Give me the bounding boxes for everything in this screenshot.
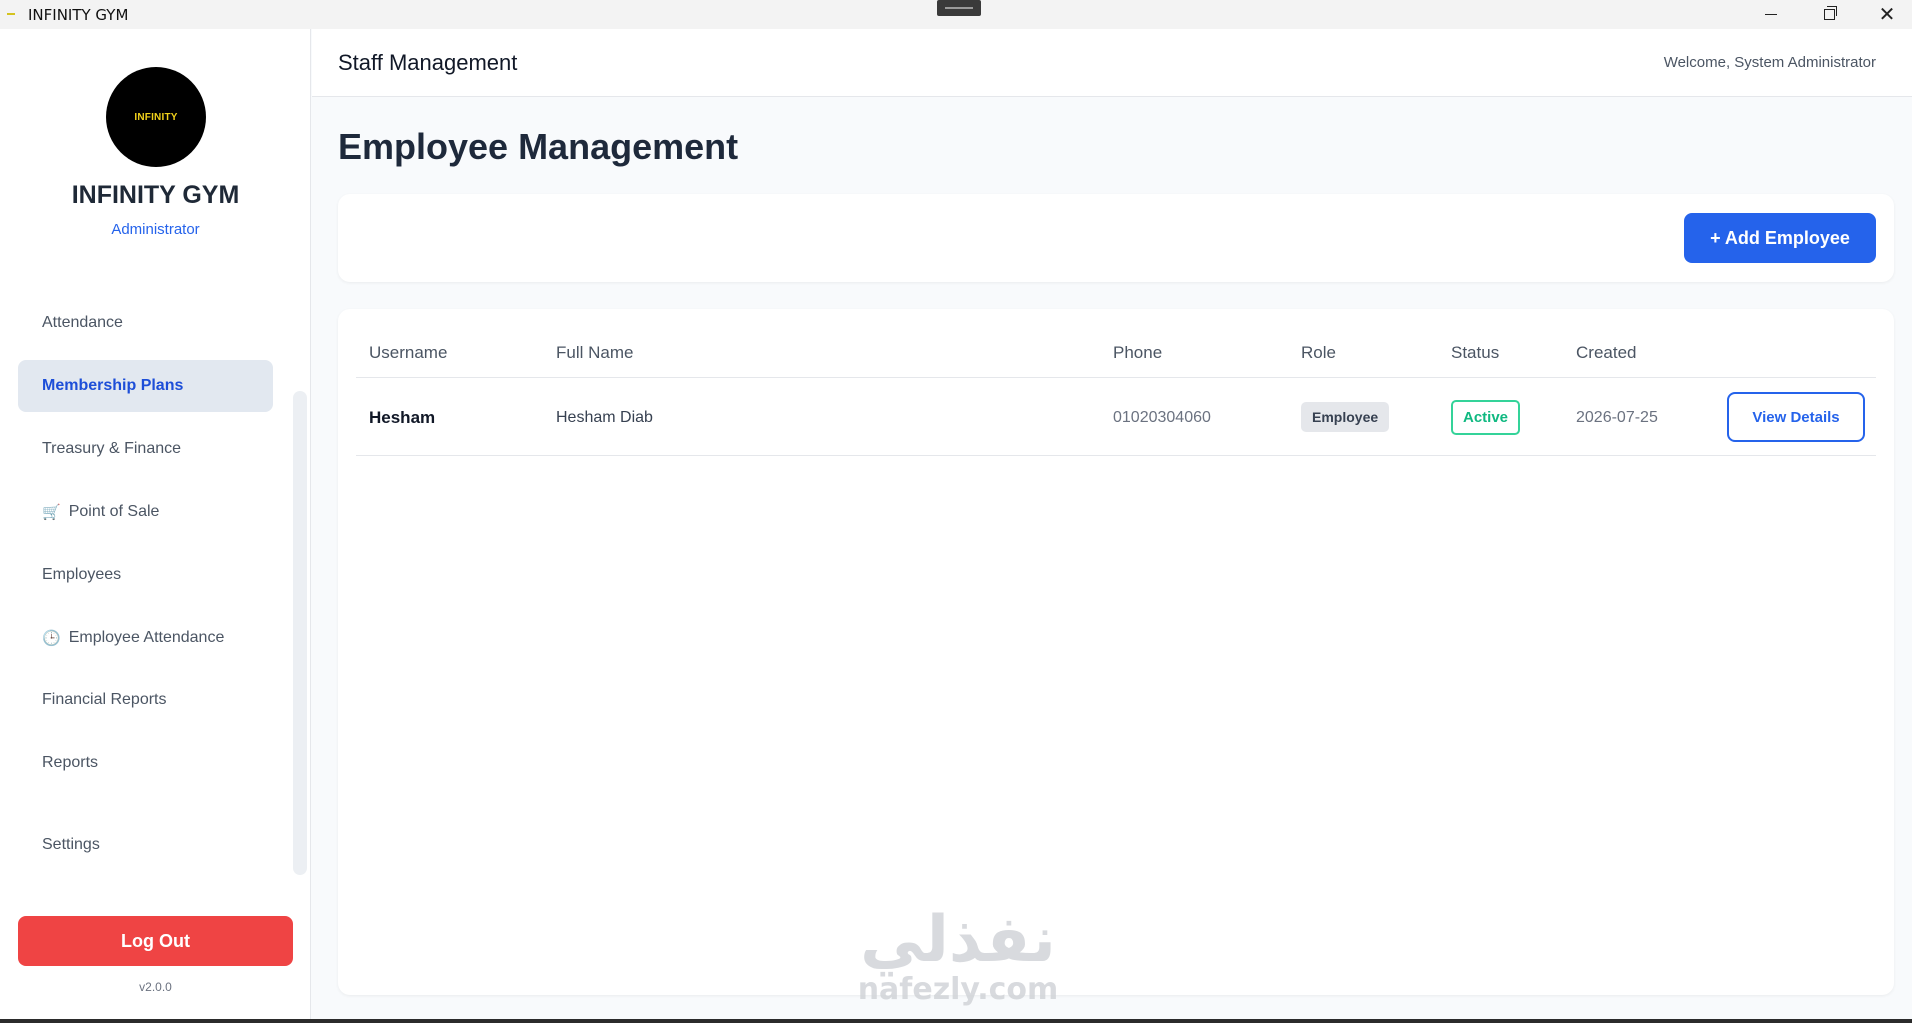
watermark: نفذلي nafezly.com [848, 905, 1068, 1005]
gym-logo: INFINITY [106, 67, 206, 167]
maximize-button[interactable] [1800, 0, 1858, 29]
sidebar-item-label: Membership Plans [42, 377, 184, 394]
header-title: Staff Management [338, 50, 518, 75]
app-version: v2.0.0 [139, 980, 172, 994]
column-header-full-name: Full Name [556, 343, 634, 362]
column-header-created: Created [1576, 343, 1637, 362]
app-icon [7, 13, 15, 15]
sidebar-item-treasury-finance[interactable]: Treasury & Finance [18, 423, 273, 475]
sidebar-item-label: Employees [42, 566, 122, 583]
sidebar-item-label: Treasury & Finance [42, 440, 182, 457]
user-role: Administrator [111, 221, 200, 238]
sidebar-item-label: Reports [42, 754, 99, 771]
cell-username: Hesham [369, 408, 436, 427]
sidebar-item-reports[interactable]: Reports [18, 737, 273, 789]
watermark-arabic: نفذلي [860, 903, 1056, 977]
column-header-username: Username [369, 343, 448, 362]
sidebar-item-point-of-sale[interactable]: 🛒 Point of Sale [18, 486, 273, 538]
watermark-latin: nafezly.com [857, 972, 1059, 1007]
top-header: Staff Management Welcome, System Adminis… [312, 29, 1912, 97]
column-header-status: Status [1451, 343, 1500, 362]
taskbar-edge [0, 1019, 1912, 1023]
header-divider [356, 377, 1876, 378]
close-button[interactable]: ✕ [1858, 0, 1912, 29]
logout-button[interactable]: Log Out [18, 916, 293, 966]
minimize-button[interactable] [1742, 0, 1800, 29]
sidebar-item-settings[interactable]: Settings [18, 819, 273, 871]
sidebar-scrollbar[interactable] [293, 391, 307, 875]
welcome-message: Welcome, System Administrator [1663, 54, 1876, 71]
restore-icon [1823, 6, 1837, 20]
logo-text: INFINITY [134, 111, 178, 123]
cell-full-name: Hesham Diab [556, 409, 653, 426]
status-badge: Active [1451, 400, 1521, 435]
sidebar-item-label: Employee Attendance [68, 629, 225, 646]
column-header-role: Role [1301, 343, 1336, 362]
minimize-icon [1765, 14, 1777, 15]
row-divider [356, 455, 1876, 456]
sidebar: INFINITY INFINITY GYM Administrator Atte… [0, 29, 311, 1023]
cell-created: 2026-07-25 [1576, 409, 1658, 426]
sidebar-item-employees[interactable]: Employees [18, 549, 273, 601]
sidebar-item-label: Point of Sale [68, 503, 160, 520]
column-header-phone: Phone [1113, 343, 1163, 362]
sidebar-item-financial-reports[interactable]: Financial Reports [18, 674, 273, 726]
close-icon: ✕ [1878, 3, 1896, 26]
sidebar-item-attendance[interactable]: Attendance [18, 297, 273, 349]
cell-phone: 01020304060 [1113, 409, 1211, 426]
add-employee-button[interactable]: + Add Employee [1684, 213, 1876, 263]
sidebar-item-membership-plans[interactable]: Membership Plans [18, 360, 273, 412]
brand-name: INFINITY GYM [71, 181, 240, 209]
role-badge: Employee [1301, 402, 1390, 432]
sidebar-item-label: Attendance [42, 314, 123, 331]
sidebar-item-employee-attendance[interactable]: 🕒 Employee Attendance [18, 612, 273, 664]
employees-table: Username Full Name Phone Role Status Cre… [338, 309, 1894, 995]
drag-handle-icon[interactable] [937, 0, 981, 16]
page-title: Employee Management [338, 126, 739, 167]
toolbar-card: + Add Employee [338, 194, 1894, 282]
sidebar-item-label: Financial Reports [42, 691, 167, 708]
cart-icon: 🛒 [42, 504, 61, 521]
clock-icon: 🕒 [42, 630, 61, 647]
window-titlebar: INFINITY GYM ✕ [0, 0, 1912, 29]
sidebar-item-label: Settings [42, 836, 100, 853]
view-details-button[interactable]: View Details [1727, 392, 1865, 442]
window-title: INFINITY GYM [28, 6, 129, 24]
